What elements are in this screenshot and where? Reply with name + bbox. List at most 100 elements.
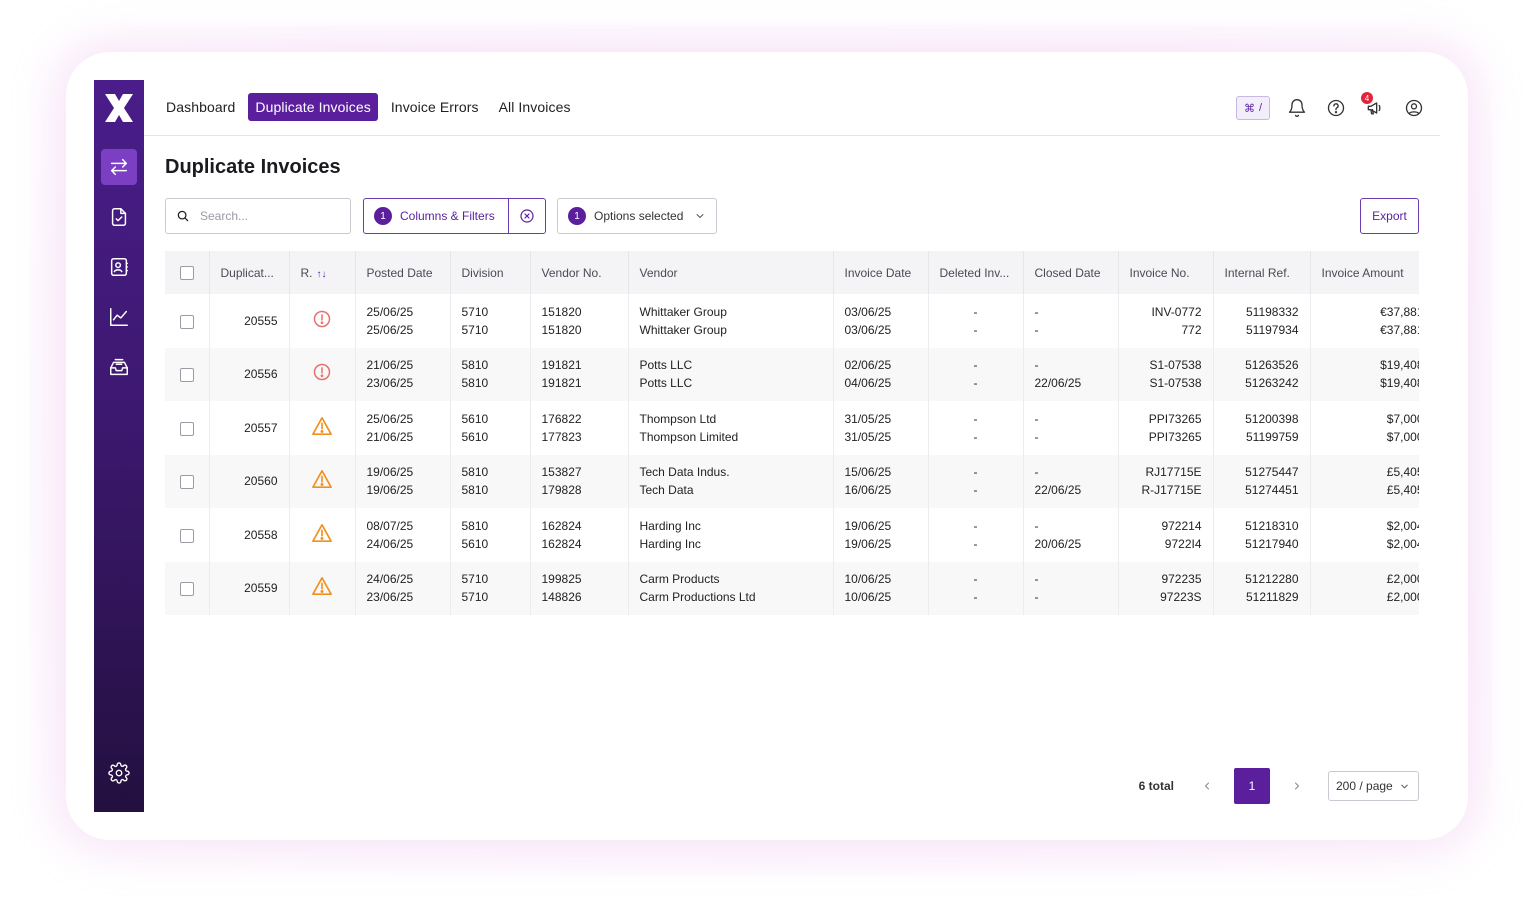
user-icon[interactable] bbox=[1402, 96, 1426, 120]
row-checkbox[interactable] bbox=[179, 581, 194, 596]
vendor-cell: Whittaker Group Whittaker Group bbox=[628, 294, 834, 348]
row-checkbox[interactable] bbox=[179, 421, 194, 436]
column-header-posted-date[interactable]: Posted Date bbox=[355, 251, 451, 294]
deleted-invoice-line: - bbox=[973, 376, 978, 391]
bell-icon[interactable] bbox=[1285, 96, 1309, 120]
sort-icon[interactable]: ↑↓ bbox=[317, 269, 327, 280]
total-count: 6 total bbox=[1138, 779, 1174, 793]
tab-all-invoices[interactable]: All Invoices bbox=[492, 93, 578, 121]
column-header-duplicate-id[interactable]: Duplicat... bbox=[209, 251, 290, 294]
nav-transfer-icon[interactable] bbox=[101, 149, 137, 185]
posted-date-cell: 21/06/25 23/06/25 bbox=[355, 347, 451, 401]
search-icon bbox=[177, 210, 189, 222]
column-header-closed-date[interactable]: Closed Date bbox=[1023, 251, 1119, 294]
select-all-cell[interactable] bbox=[165, 251, 210, 294]
table-row[interactable]: 20555 25/06/25 25/06/25 5710 5710 151820 15182… bbox=[165, 294, 1419, 348]
column-header-vendor-no[interactable]: Vendor No. bbox=[530, 251, 629, 294]
row-checkbox[interactable] bbox=[179, 528, 194, 543]
internal-ref-line: 51275447 bbox=[1245, 465, 1299, 480]
vendor-no-line: 191821 bbox=[541, 376, 582, 391]
table-row[interactable]: 20558 08/07/25 24/06/25 5810 5610 162824 16282… bbox=[165, 508, 1419, 562]
duplicate-id-cell: 20555 bbox=[209, 294, 290, 348]
column-header-deleted-invoice[interactable]: Deleted Inv... bbox=[928, 251, 1024, 294]
row-select-cell[interactable] bbox=[165, 347, 210, 401]
nav-contact-card-icon[interactable] bbox=[101, 249, 137, 285]
posted-date-line: 25/06/25 bbox=[366, 322, 414, 337]
row-select-cell[interactable] bbox=[165, 294, 210, 348]
internal-ref-line: 51218310 bbox=[1245, 518, 1299, 533]
app-window: Dashboard Duplicate Invoices Invoice Err… bbox=[94, 80, 1440, 812]
invoice-date-cell: 19/06/25 19/06/25 bbox=[833, 508, 929, 562]
closed-date-line: - bbox=[1034, 572, 1039, 586]
column-header-vendor[interactable]: Vendor bbox=[628, 251, 834, 294]
column-header-invoice-no[interactable]: Invoice No. bbox=[1118, 251, 1214, 294]
options-label: Options selected bbox=[594, 209, 684, 223]
row-select-cell[interactable] bbox=[165, 561, 210, 615]
search-input[interactable] bbox=[200, 209, 340, 223]
columns-filters-button[interactable]: 1 Columns & Filters bbox=[363, 198, 546, 234]
table-row[interactable]: 20559 24/06/25 23/06/25 5710 5710 199825 14882… bbox=[165, 561, 1419, 615]
table-row[interactable]: 20556 21/06/25 23/06/25 5810 5810 191821 19182… bbox=[165, 347, 1419, 401]
notification-badge: 4 bbox=[1361, 92, 1373, 104]
logo-icon[interactable] bbox=[102, 92, 136, 124]
chevron-down-icon bbox=[696, 214, 704, 218]
columns-filters-label: Columns & Filters bbox=[400, 209, 495, 223]
internal-ref-line: 51198332 bbox=[1246, 304, 1299, 319]
options-select[interactable]: 1 Options selected bbox=[557, 198, 717, 234]
deleted-invoice-line: - bbox=[973, 465, 978, 480]
invoice-amount-line: $7,000 bbox=[1386, 429, 1419, 444]
row-checkbox[interactable] bbox=[179, 368, 194, 383]
page-button-current[interactable]: 1 bbox=[1234, 768, 1270, 804]
nav-document-check-icon[interactable] bbox=[101, 199, 137, 235]
tab-invoice-errors[interactable]: Invoice Errors bbox=[384, 93, 486, 121]
clear-filters-button[interactable] bbox=[509, 199, 545, 233]
row-select-cell[interactable] bbox=[165, 508, 210, 562]
invoice-no-line: S1-07538 bbox=[1149, 376, 1202, 391]
nav-inbox-tray-icon[interactable] bbox=[101, 349, 137, 385]
next-page-button[interactable] bbox=[1282, 769, 1312, 803]
posted-date-line: 19/06/25 bbox=[366, 483, 414, 498]
settings-icon[interactable] bbox=[101, 755, 137, 791]
table-row[interactable]: 20557 25/06/25 21/06/25 5610 5610 176822 17782… bbox=[165, 401, 1419, 455]
vendor-line: Harding Inc bbox=[639, 536, 701, 551]
page-size-label: 200 / page bbox=[1336, 779, 1393, 793]
posted-date-cell: 19/06/25 19/06/25 bbox=[355, 454, 451, 508]
posted-date-line: 25/06/25 bbox=[366, 304, 414, 319]
vendor-line: Whittaker Group bbox=[639, 304, 727, 319]
command-shortcut-button[interactable]: ⌘ / bbox=[1236, 96, 1270, 120]
column-header-division[interactable]: Division bbox=[450, 251, 531, 294]
row-checkbox[interactable] bbox=[179, 314, 194, 329]
announcement-icon[interactable]: 4 bbox=[1361, 92, 1387, 120]
invoice-amount-line: $19,408 bbox=[1380, 376, 1419, 391]
closed-date-line: - bbox=[1034, 411, 1039, 426]
prev-page-button[interactable] bbox=[1192, 769, 1222, 803]
columns-filters-main[interactable]: 1 Columns & Filters bbox=[364, 199, 509, 233]
vendor-line: Whittaker Group bbox=[639, 322, 727, 337]
chevron-left-icon bbox=[1205, 782, 1209, 790]
export-button[interactable]: Export bbox=[1360, 198, 1419, 234]
page-size-select[interactable]: 200 / page bbox=[1328, 771, 1419, 801]
table-row[interactable]: 20560 19/06/25 19/06/25 5810 5810 153827 17982… bbox=[165, 454, 1419, 508]
invoice-amount-line: $2,004 bbox=[1386, 536, 1419, 551]
column-header-risk[interactable]: R. ↑↓ bbox=[289, 251, 356, 294]
select-all-checkbox[interactable] bbox=[179, 265, 194, 280]
help-icon[interactable] bbox=[1324, 96, 1348, 120]
risk-cell bbox=[289, 347, 356, 401]
duplicate-id-cell: 20558 bbox=[209, 508, 290, 562]
search-box[interactable] bbox=[165, 198, 351, 234]
column-header-invoice-date[interactable]: Invoice Date bbox=[833, 251, 929, 294]
vendor-cell: Tech Data Indus. Tech Data bbox=[628, 454, 834, 508]
tab-dashboard[interactable]: Dashboard bbox=[159, 93, 242, 121]
row-checkbox[interactable] bbox=[179, 475, 194, 490]
invoice-no-line: INV-0772 bbox=[1151, 304, 1202, 319]
column-header-invoice-amount[interactable]: Invoice Amount bbox=[1310, 251, 1419, 294]
vendor-line: Thompson Ltd bbox=[639, 411, 717, 426]
posted-date-line: 08/07/25 bbox=[366, 518, 414, 533]
tab-duplicate-invoices[interactable]: Duplicate Invoices bbox=[248, 93, 378, 121]
row-select-cell[interactable] bbox=[165, 454, 210, 508]
nav-chart-line-icon[interactable] bbox=[101, 299, 137, 335]
closed-date-line: - bbox=[1034, 358, 1039, 373]
column-header-internal-ref[interactable]: Internal Ref. bbox=[1213, 251, 1311, 294]
row-select-cell[interactable] bbox=[165, 401, 210, 455]
invoice-amount-cell: £5,405 £5,405 bbox=[1310, 454, 1419, 508]
